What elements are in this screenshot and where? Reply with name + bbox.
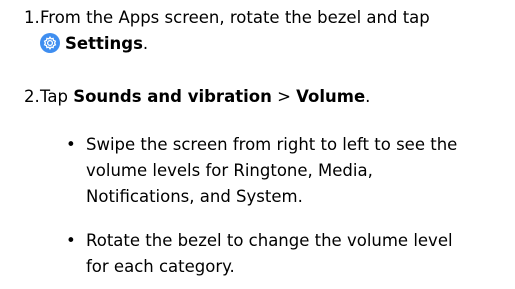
instructions-document: 1. From the Apps screen, rotate the beze… [0,0,515,289]
path-separator: > [271,87,297,106]
step-text: Tap Sounds and vibration > Volume. [40,84,510,110]
step-2-prefix: Tap [40,87,74,106]
bullet-text: Rotate the bezel to change the volume le… [86,228,515,280]
bullet-marker: • [66,231,76,250]
step-1-line-1: From the Apps screen, rotate the bezel a… [40,8,430,27]
step-number: 2. [24,87,40,106]
settings-label: Settings [65,34,143,53]
step-1-line-2: Settings. [40,31,510,57]
bullet-text: Swipe the screen from right to left to s… [86,132,515,210]
bullet-line: for each category. [86,257,235,276]
step-text: From the Apps screen, rotate the bezel a… [40,5,510,57]
bullet-line: Swipe the screen from right to left to s… [86,135,458,154]
step-2-line-1: Tap Sounds and vibration > Volume. [40,84,510,110]
step-2-suffix: . [365,87,371,106]
bullet-line: volume levels for Ringtone, Media, [86,161,373,180]
volume-label: Volume [296,87,366,106]
bullet-line: Notifications, and System. [86,187,303,206]
sounds-and-vibration-label: Sounds and vibration [73,87,272,106]
step-number: 1. [24,8,40,27]
bullet-marker: • [66,135,76,154]
gear-icon [40,33,60,53]
step-1-suffix: . [142,34,149,53]
bullet-line: Rotate the bezel to change the volume le… [86,231,453,250]
